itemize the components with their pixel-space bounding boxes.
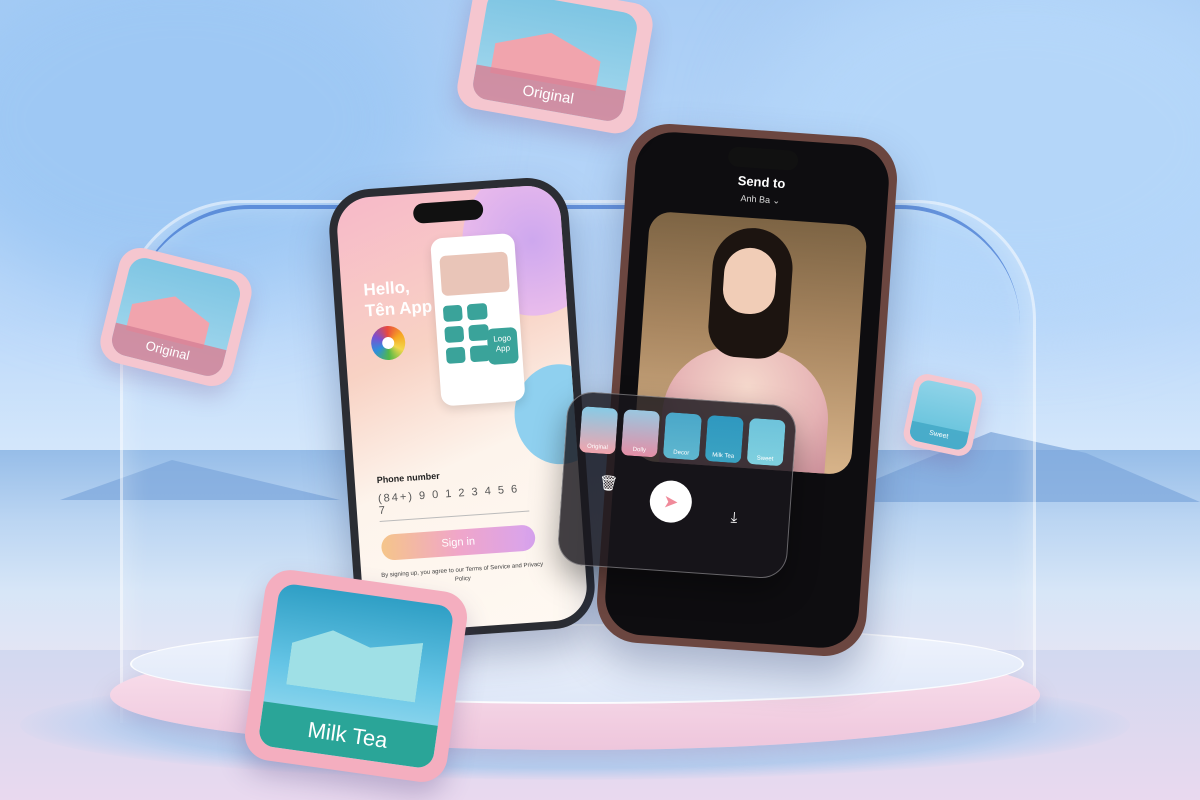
download-icon[interactable]: ⤓ <box>730 509 738 526</box>
greeting-text: Hello, Tên App <box>363 275 433 322</box>
app-icon <box>444 325 465 344</box>
widget-preview <box>439 251 510 297</box>
homescreen-preview: Logo App <box>430 232 526 407</box>
photo-subject-face <box>721 246 778 316</box>
logo-app-widget: Logo App <box>486 327 519 366</box>
tile-label: Milk Tea <box>257 701 438 770</box>
filter-thumb-milk-tea[interactable]: Milk Tea <box>704 414 744 464</box>
app-logo-icon <box>370 324 407 362</box>
dynamic-island <box>727 146 799 171</box>
phone-number-label: Phone number <box>376 470 440 486</box>
filter-thumb-decor[interactable]: Decor <box>662 412 702 461</box>
tile-image: Original <box>470 0 640 124</box>
filter-thumb-original[interactable]: Original <box>579 406 619 455</box>
send-button[interactable]: ➤ <box>648 479 694 525</box>
login-screen: Hello, Tên App Logo App Phone number (84… <box>335 183 589 635</box>
hero-scene: Hello, Tên App Logo App Phone number (84… <box>0 0 1200 800</box>
sign-in-button[interactable]: Sign in <box>380 524 537 561</box>
tile-milk-tea: Milk Tea <box>241 566 471 786</box>
tile-image: Milk Tea <box>257 582 455 770</box>
filter-thumb-dolly[interactable]: Dolly <box>620 409 661 458</box>
app-icon <box>445 346 467 364</box>
filter-panel: Original Dolly Decor Milk Tea Sweet 🗑 ➤ … <box>556 390 798 580</box>
tile-image: Sweet <box>907 378 979 452</box>
filter-thumbnails: Original Dolly Decor Milk Tea Sweet <box>579 406 786 467</box>
recipient-name: Anh Ba <box>740 193 771 206</box>
building-shape <box>286 625 423 703</box>
tile-original-top: Original <box>453 0 657 137</box>
tile-label: Sweet <box>907 421 970 452</box>
login-phone: Hello, Tên App Logo App Phone number (84… <box>326 175 598 643</box>
chevron-down-icon: ⌄ <box>772 195 781 206</box>
app-name: Tên App <box>364 296 433 321</box>
send-phone: Send to Anh Ba ⌄ <box>594 121 900 659</box>
tile-image: Original <box>108 255 244 379</box>
app-icon <box>468 323 489 342</box>
trash-icon[interactable]: 🗑 <box>598 474 618 493</box>
send-icon: ➤ <box>662 491 680 513</box>
filter-thumb-sweet[interactable]: Sweet <box>746 417 786 467</box>
app-icon <box>467 303 488 321</box>
phone-number-input[interactable]: (84+) 9 0 1 2 3 4 5 6 7 <box>377 482 530 523</box>
app-icon <box>442 304 464 323</box>
